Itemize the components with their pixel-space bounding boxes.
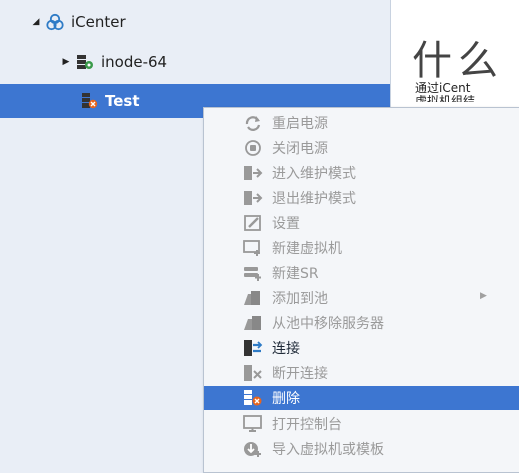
host-error-icon (80, 92, 98, 110)
server-pool-icon (76, 53, 94, 71)
menu-item-label: 重启电源 (272, 116, 328, 132)
tree-node-inode-64[interactable]: ▶ inode-64 (0, 46, 390, 78)
menu-item-label: 添加到池 (272, 291, 328, 307)
description-text-clipped: 虚拟机组结 (415, 95, 476, 102)
console-icon (242, 415, 264, 433)
delete-icon (242, 389, 264, 407)
tree-node-label: inode-64 (101, 53, 168, 71)
menu-item-label: 断开连接 (272, 366, 328, 382)
description-text: 通过iCent (415, 81, 471, 95)
connect-icon (242, 339, 264, 357)
menu-item-enter-maintenance[interactable]: 进入维护模式 (204, 161, 519, 185)
menu-item-power-off[interactable]: 关闭电源 (204, 136, 519, 160)
menu-item-label: 连接 (272, 341, 300, 357)
menu-item-label: 新建虚拟机 (272, 241, 342, 257)
collapse-arrow-icon[interactable]: ◢ (31, 17, 41, 27)
tree-node-label: iCenter (71, 13, 126, 31)
tree-node-label: Test (105, 92, 140, 110)
new-sr-icon (242, 264, 264, 282)
menu-item-new-sr[interactable]: 新建SR (204, 261, 519, 285)
menu-item-label: 打开控制台 (272, 417, 342, 433)
enter-maintenance-icon (242, 164, 264, 182)
menu-item-label: 删除 (272, 391, 300, 407)
expand-arrow-icon[interactable]: ▶ (61, 57, 71, 67)
tree-node-icenter[interactable]: ◢ iCenter (0, 6, 390, 38)
disconnect-icon (242, 364, 264, 382)
menu-item-label: 进入维护模式 (272, 166, 356, 182)
cluster-icon (46, 13, 64, 31)
page-title: 什么 (412, 38, 504, 84)
menu-item-remove-from-pool[interactable]: 从池中移除服务器 (204, 311, 519, 335)
add-to-pool-icon (242, 289, 264, 307)
submenu-arrow-icon: ▶ (480, 291, 487, 301)
menu-item-label: 退出维护模式 (272, 191, 356, 207)
exit-maintenance-icon (242, 189, 264, 207)
power-off-icon (242, 139, 264, 157)
restart-icon (242, 114, 264, 132)
context-menu: 重启电源 关闭电源 进入维护模式 退出维护模式 设置 新建虚拟机 新建SR 添加… (203, 107, 519, 473)
menu-item-open-console[interactable]: 打开控制台 (204, 412, 519, 436)
new-vm-icon (242, 239, 264, 257)
menu-item-restart[interactable]: 重启电源 (204, 111, 519, 135)
menu-item-new-vm[interactable]: 新建虚拟机 (204, 236, 519, 260)
menu-item-disconnect[interactable]: 断开连接 (204, 361, 519, 385)
menu-item-settings[interactable]: 设置 (204, 211, 519, 235)
menu-item-label: 设置 (272, 216, 300, 232)
menu-item-add-to-pool[interactable]: 添加到池 ▶ (204, 286, 519, 310)
menu-item-label: 导入虚拟机或模板 (272, 442, 384, 458)
import-icon (242, 440, 264, 458)
menu-item-label: 从池中移除服务器 (272, 316, 384, 332)
menu-item-label: 关闭电源 (272, 141, 328, 157)
menu-item-exit-maintenance[interactable]: 退出维护模式 (204, 186, 519, 210)
remove-from-pool-icon (242, 314, 264, 332)
menu-item-delete[interactable]: 删除 (204, 386, 519, 410)
menu-item-label: 新建SR (272, 266, 319, 282)
menu-item-import[interactable]: 导入虚拟机或模板 (204, 437, 519, 461)
edit-settings-icon (242, 214, 264, 232)
menu-item-connect[interactable]: 连接 (204, 336, 519, 360)
